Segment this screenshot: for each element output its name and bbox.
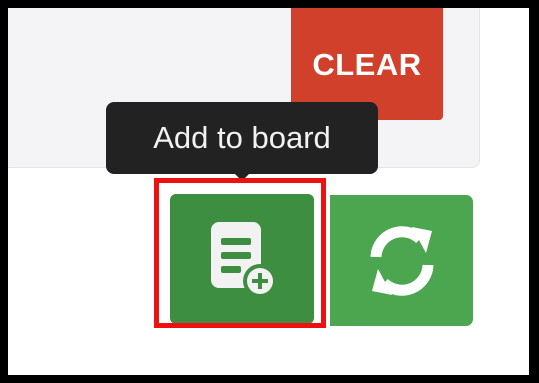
clear-button-label: CLEAR	[312, 47, 422, 82]
tooltip: Add to board	[106, 102, 378, 174]
refresh-button[interactable]	[330, 195, 473, 326]
refresh-icon	[370, 225, 433, 296]
screenshot-frame: CLEAR Add to board	[8, 8, 529, 375]
highlight-box	[154, 178, 326, 328]
tooltip-text: Add to board	[153, 120, 331, 155]
